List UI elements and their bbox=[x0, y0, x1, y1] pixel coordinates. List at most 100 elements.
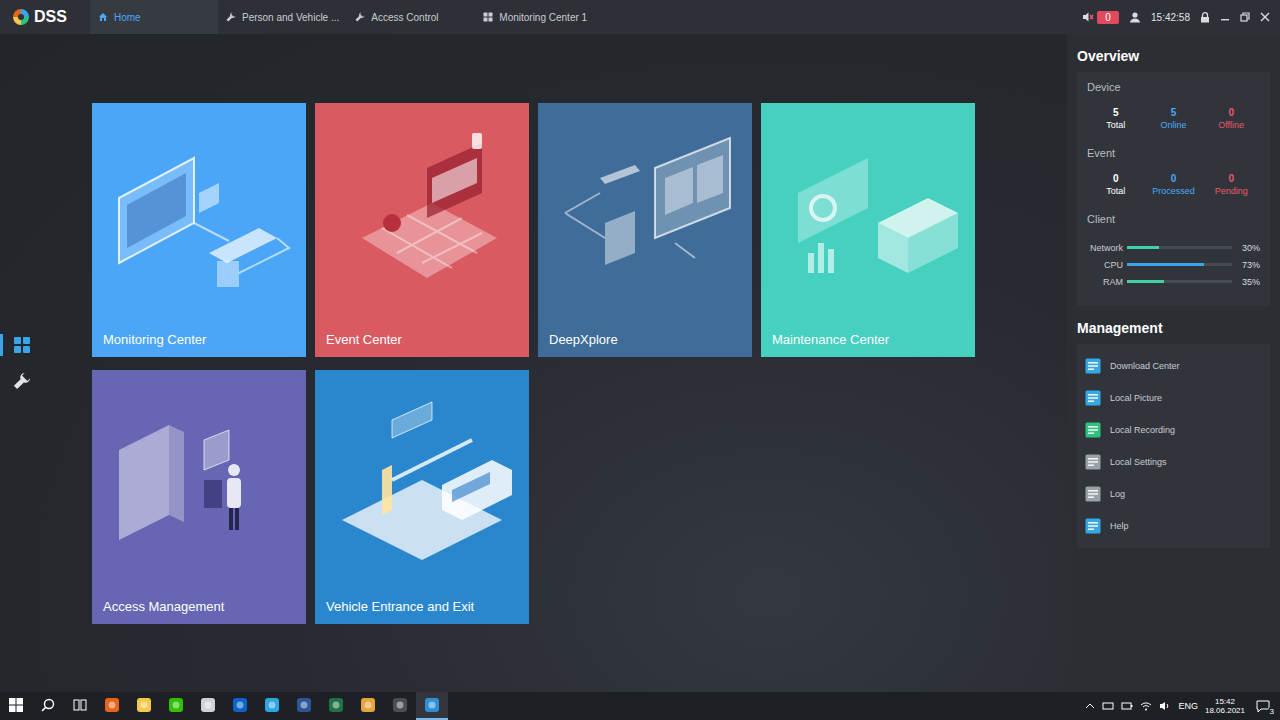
module-tile[interactable]: Event Center bbox=[315, 103, 529, 357]
app-icon bbox=[328, 697, 344, 713]
rail-item[interactable] bbox=[0, 370, 40, 392]
overview-section: Device5Total 5 Online 0 Offline bbox=[1087, 78, 1260, 138]
module-area: Monitoring Center Event CenterDeepXploreM… bbox=[40, 34, 1067, 692]
management-label: Local Settings bbox=[1110, 457, 1167, 467]
stat-value: 0 bbox=[1171, 173, 1177, 184]
taskbar-button[interactable] bbox=[96, 692, 128, 720]
workspace: Monitoring CenterEvent CenterDeepXploreM… bbox=[0, 34, 1280, 692]
tab[interactable]: Home bbox=[90, 0, 218, 34]
stat-value: 5 bbox=[1171, 107, 1177, 118]
network-icon[interactable] bbox=[1102, 701, 1114, 711]
meter-label: CPU bbox=[1087, 260, 1123, 270]
taskbar-button[interactable] bbox=[0, 692, 32, 720]
management-item-icon bbox=[1085, 454, 1101, 470]
app-icon bbox=[424, 697, 440, 713]
module-label: Access Management bbox=[92, 599, 306, 624]
windows-icon bbox=[9, 698, 23, 712]
management-item-icon bbox=[1085, 422, 1101, 438]
section-title: Device bbox=[1087, 78, 1260, 107]
management-item-icon bbox=[1085, 358, 1101, 374]
module-tile[interactable]: Maintenance Center bbox=[761, 103, 975, 357]
stat[interactable]: 0 Processed bbox=[1145, 173, 1203, 196]
title-bar: DSS Home Person and Vehicle ...Access Cont… bbox=[0, 0, 1280, 34]
client-section: ClientNetwork30%CPU73%RAM35% bbox=[1087, 210, 1260, 290]
stat-row: 5Total 5 Online 0 Offline bbox=[1087, 107, 1260, 138]
left-rail bbox=[0, 34, 40, 692]
stat-label: Offline bbox=[1218, 120, 1244, 130]
stat-label: Processed bbox=[1152, 186, 1195, 196]
restore-icon[interactable] bbox=[1240, 12, 1250, 22]
system-tray: ENG 15:4218.06.2021 3 bbox=[1085, 692, 1280, 720]
tab[interactable]: Access Control bbox=[347, 0, 475, 34]
language[interactable]: ENG bbox=[1178, 701, 1198, 711]
taskbar-button[interactable] bbox=[64, 692, 96, 720]
stat-value: 0 bbox=[1228, 107, 1234, 118]
stat-label: Total bbox=[1106, 186, 1125, 196]
meter-reading: 30% bbox=[1236, 243, 1260, 253]
alarm-button[interactable]: 0 bbox=[1082, 11, 1119, 24]
taskbar-button[interactable] bbox=[320, 692, 352, 720]
wrench-icon bbox=[226, 12, 236, 22]
tab-label: Home bbox=[114, 12, 141, 23]
module-label: Monitoring Center bbox=[92, 332, 306, 357]
clock: 15:42:58 bbox=[1151, 12, 1190, 23]
app-icon bbox=[136, 697, 152, 713]
close-icon[interactable] bbox=[1260, 12, 1270, 22]
alarm-count: 0 bbox=[1097, 11, 1119, 24]
rail-item[interactable] bbox=[0, 334, 40, 356]
stat[interactable]: 5 Online bbox=[1145, 107, 1203, 130]
management-item[interactable]: Local Picture bbox=[1085, 382, 1262, 414]
taskbar-button[interactable] bbox=[288, 692, 320, 720]
tray-clock[interactable]: 15:4218.06.2021 bbox=[1205, 697, 1245, 715]
management-item[interactable]: Local Recording bbox=[1085, 414, 1262, 446]
meter-track bbox=[1127, 263, 1232, 266]
management-item[interactable]: Log bbox=[1085, 478, 1262, 510]
stat[interactable]: 0Total bbox=[1087, 173, 1145, 196]
taskbar-button[interactable] bbox=[416, 692, 448, 720]
meter-fill bbox=[1127, 246, 1159, 249]
management-item[interactable]: Local Settings bbox=[1085, 446, 1262, 478]
management-title: Management bbox=[1077, 320, 1270, 336]
taskbar-apps bbox=[0, 692, 448, 720]
module-tile[interactable]: Access Management bbox=[92, 370, 306, 624]
tray-date: 18.06.2021 bbox=[1205, 706, 1245, 715]
meter-reading: 35% bbox=[1236, 277, 1260, 287]
management-label: Download Center bbox=[1110, 361, 1180, 371]
taskbar-button[interactable] bbox=[128, 692, 160, 720]
chevron-up-icon[interactable] bbox=[1085, 701, 1095, 711]
stat[interactable]: 0 Offline bbox=[1202, 107, 1260, 130]
notification-button[interactable]: 3 bbox=[1252, 699, 1274, 713]
tab[interactable]: Person and Vehicle ... bbox=[218, 0, 347, 34]
stat[interactable]: 0Pending bbox=[1202, 173, 1260, 196]
stat[interactable]: 5Total bbox=[1087, 107, 1145, 130]
volume-icon[interactable] bbox=[1159, 701, 1171, 711]
taskbar-button[interactable] bbox=[32, 692, 64, 720]
taskbar-button[interactable] bbox=[224, 692, 256, 720]
monitor-illustration-icon bbox=[99, 123, 299, 303]
stat-label: Online bbox=[1160, 120, 1186, 130]
app-icon bbox=[168, 697, 184, 713]
taskbar-button[interactable] bbox=[256, 692, 288, 720]
meter-label: RAM bbox=[1087, 277, 1123, 287]
module-tile[interactable]: Monitoring Center bbox=[92, 103, 306, 357]
management-item[interactable]: Help bbox=[1085, 510, 1262, 542]
minimize-icon[interactable] bbox=[1220, 12, 1230, 22]
taskbar-button[interactable] bbox=[352, 692, 384, 720]
lock-icon[interactable] bbox=[1200, 12, 1210, 23]
tab[interactable]: Monitoring Center 1 bbox=[475, 0, 603, 34]
module-tile[interactable]: Vehicle Entrance and Exit bbox=[315, 370, 529, 624]
module-tile[interactable]: DeepXplore bbox=[538, 103, 752, 357]
taskbar-button[interactable] bbox=[160, 692, 192, 720]
management-item[interactable]: Download Center bbox=[1085, 350, 1262, 382]
wifi-icon[interactable] bbox=[1140, 701, 1152, 711]
taskbar-button[interactable] bbox=[192, 692, 224, 720]
meter-row: RAM 35% bbox=[1087, 273, 1260, 290]
battery-icon[interactable] bbox=[1121, 701, 1133, 711]
management-list: Download Center Local PictureLocal Record… bbox=[1077, 344, 1270, 548]
meter-track bbox=[1127, 280, 1232, 283]
app-name: DSS bbox=[34, 8, 67, 26]
taskbar-button[interactable] bbox=[384, 692, 416, 720]
app-icon bbox=[104, 697, 120, 713]
header-status: 0 15:42:58 bbox=[1082, 0, 1280, 34]
user-icon[interactable] bbox=[1129, 11, 1141, 23]
